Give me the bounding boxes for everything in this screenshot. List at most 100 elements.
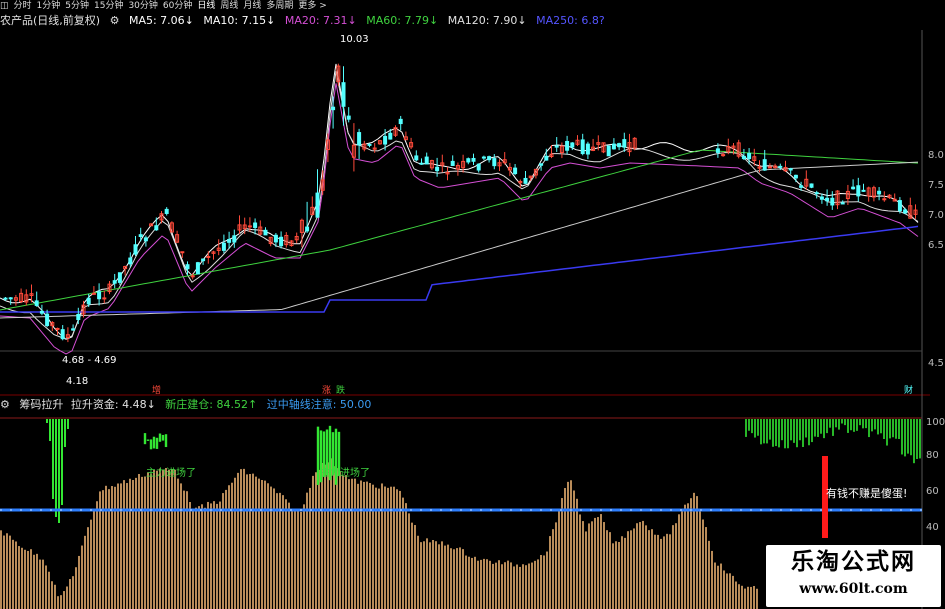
candle-body [247, 225, 252, 228]
candle-body [830, 197, 835, 206]
candle-body [60, 329, 65, 340]
candle-body [143, 237, 148, 242]
candle-body [76, 313, 81, 321]
marker-zeng: 增 [152, 384, 161, 396]
candle-body [450, 160, 455, 166]
candle-body [435, 166, 440, 172]
candle-body [315, 192, 320, 218]
candle-body [851, 186, 856, 190]
candle-body [466, 158, 471, 163]
candle-body [91, 292, 96, 295]
candle-body [45, 313, 50, 327]
candle-body [778, 165, 783, 168]
marker-cai: 财 [904, 384, 913, 396]
price-tick-7: 7.0 [928, 210, 944, 221]
candle-body [554, 145, 559, 148]
ma250-line [0, 225, 919, 313]
candle-body [481, 156, 486, 159]
candle-body [414, 155, 419, 161]
candle-body [471, 157, 476, 162]
candle-body [840, 202, 845, 205]
candle-body [273, 234, 278, 243]
candle-body [882, 198, 887, 201]
ind-tick-100: 100 [926, 417, 945, 428]
candle-body [611, 143, 616, 150]
candle-body [476, 163, 481, 171]
candle-body [825, 197, 830, 202]
candle-body [424, 156, 429, 165]
watermark-logo: 乐淘公式网 www.60lt.com [766, 545, 941, 607]
candle-body [331, 106, 336, 111]
chart-canvas: 10.03 4.68 - 4.69 4.18 8.0 7.5 7.0 6.5 4… [0, 30, 945, 609]
candle-body [3, 297, 8, 300]
ma60-line [0, 149, 919, 311]
candle-body [185, 264, 190, 270]
candle-body [232, 235, 237, 243]
candle-body [539, 163, 544, 166]
candle-body [877, 190, 882, 195]
red-bar-caption: 有钱不赚是傻蛋! [826, 486, 907, 500]
candle-body [606, 145, 611, 157]
price-tick-45: 4.5 [928, 358, 944, 369]
candle-body [903, 209, 908, 214]
indicator-bars [0, 458, 758, 609]
candle-body [388, 132, 393, 140]
candle-body [570, 142, 575, 148]
candle-body [580, 139, 585, 155]
ma20-line [0, 83, 919, 355]
candle-body [164, 208, 169, 214]
candle-body [112, 280, 117, 284]
ma120-line [0, 161, 919, 319]
ind-tick-60: 60 [926, 486, 939, 497]
watermark-title: 乐淘公式网 [791, 549, 916, 575]
marker-die: 跌 [336, 385, 345, 396]
low-price-label: 4.18 [66, 376, 88, 387]
candle-body [357, 132, 362, 146]
candle-body [585, 143, 590, 155]
candle-body [799, 185, 804, 188]
ind-tick-80: 80 [926, 450, 939, 461]
candle-body [767, 166, 772, 169]
candle-body [523, 177, 528, 184]
candle-body [788, 168, 793, 171]
annotation-main-enter-1: 主力进场了 [146, 466, 196, 479]
candle-body [195, 262, 200, 275]
candle-body [86, 297, 91, 305]
price-tick-65: 6.5 [928, 240, 944, 251]
candle-body [383, 135, 388, 145]
candle-body [253, 222, 258, 228]
candle-body [305, 226, 310, 232]
candle-body [897, 200, 902, 212]
low-range-label: 4.68 - 4.69 [62, 355, 117, 366]
candle-body [762, 159, 767, 171]
candle-body [809, 183, 814, 188]
candle-body [367, 143, 372, 146]
watermark-url: www.60lt.com [799, 581, 908, 597]
candle-body [8, 297, 13, 300]
candle-body [97, 291, 102, 300]
candle-body [861, 189, 866, 192]
candle-body [715, 148, 720, 153]
candle-body [819, 196, 824, 200]
annotation-main-enter-2: 主力进场了 [320, 466, 370, 479]
candle-body [279, 236, 284, 247]
marker-zhang: 涨 [322, 385, 331, 396]
candle-body [55, 327, 60, 330]
candle-body [814, 192, 819, 195]
candle-body [544, 155, 549, 161]
candle-body [747, 153, 752, 160]
candle-body [34, 300, 39, 306]
ind-tick-40: 40 [926, 522, 939, 533]
ma5-line [0, 63, 919, 340]
candle-body [398, 118, 403, 125]
moving-average-lines [0, 63, 919, 355]
candle-body [565, 140, 570, 151]
candle-body [206, 255, 211, 258]
candle-body [263, 229, 268, 236]
candle-body [793, 174, 798, 179]
candlestick-series [3, 63, 918, 343]
high-price-label: 10.03 [340, 34, 369, 45]
candle-body [154, 225, 159, 231]
candle-body [617, 143, 622, 148]
candle-body [133, 244, 138, 255]
